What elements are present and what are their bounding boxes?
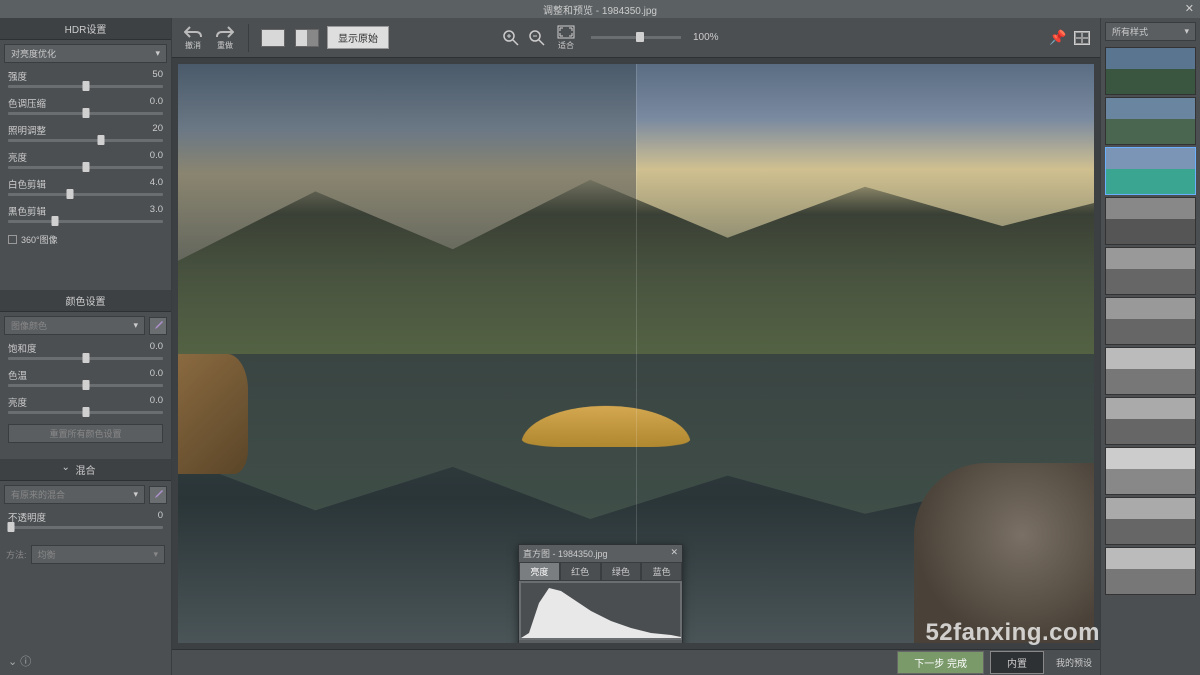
preset-thumb[interactable]: ☆平衡 bbox=[1105, 147, 1196, 195]
lighting-slider[interactable] bbox=[8, 139, 163, 142]
zoom-out-icon[interactable] bbox=[527, 28, 547, 48]
help-icon[interactable]: ⌄ ⓘ bbox=[0, 647, 171, 675]
hdr-panel-header: HDR设置 bbox=[0, 18, 171, 40]
white-clip-slider[interactable] bbox=[8, 193, 163, 196]
brightness-slider[interactable] bbox=[8, 166, 163, 169]
histogram-title: 直方图 - 1984350.jpg bbox=[523, 547, 608, 560]
color-panel-header: 颜色设置 bbox=[0, 290, 171, 312]
hist-tab-luma[interactable]: 亮度 bbox=[519, 562, 560, 581]
blend-panel-header: 混合 bbox=[0, 459, 171, 481]
zoom-slider[interactable] bbox=[591, 36, 681, 39]
toolbar: 撤消 重做 显示原始 适合 100% 📌 bbox=[172, 18, 1100, 58]
black-clip-slider[interactable] bbox=[8, 220, 163, 223]
fit-button[interactable]: 适合 bbox=[553, 23, 579, 53]
hist-tab-red[interactable]: 红色 bbox=[560, 562, 601, 581]
hist-tab-blue[interactable]: 蓝色 bbox=[641, 562, 682, 581]
redo-button[interactable]: 重做 bbox=[212, 23, 238, 53]
method-dropdown[interactable]: 均衡 bbox=[31, 545, 165, 564]
histogram-panel[interactable]: 直方图 - 1984350.jpg ✕ 亮度 红色 绿色 蓝色 水平: 155 计… bbox=[518, 544, 683, 643]
zoom-percentage: 100% bbox=[693, 32, 719, 43]
single-view-button[interactable] bbox=[261, 29, 285, 47]
checkbox-icon[interactable] bbox=[8, 235, 17, 244]
preset-thumb[interactable]: ☆平白艺术 bbox=[1105, 347, 1196, 395]
hist-tab-green[interactable]: 绿色 bbox=[601, 562, 642, 581]
intensity-slider[interactable] bbox=[8, 85, 163, 88]
preset-thumb[interactable]: ☆平白艺术 bbox=[1105, 497, 1196, 545]
eyedropper-icon[interactable] bbox=[149, 486, 167, 504]
temperature-slider[interactable] bbox=[8, 384, 163, 387]
preset-filter-dropdown[interactable]: 所有样式 bbox=[1105, 22, 1196, 41]
internal-button[interactable]: 内置 bbox=[990, 651, 1044, 674]
sidebar-right: 所有样式 ☆平衡☆平衡☆平衡☆平衡☆平衡☆平衡☆平白艺术☆平白艺术☆平白艺术☆平… bbox=[1100, 18, 1200, 675]
slider-label: 强度 bbox=[8, 69, 27, 83]
histogram-graph bbox=[521, 583, 680, 638]
preset-thumb[interactable]: ☆平衡 bbox=[1105, 247, 1196, 295]
eyedropper-icon[interactable] bbox=[149, 317, 167, 335]
zoom-in-icon[interactable] bbox=[501, 28, 521, 48]
360-checkbox-row[interactable]: 360°图像 bbox=[0, 229, 171, 250]
close-icon[interactable]: ✕ bbox=[670, 547, 678, 560]
preset-thumb[interactable]: ☆平衡 bbox=[1105, 97, 1196, 145]
reset-color-button[interactable]: 重置所有颜色设置 bbox=[8, 424, 163, 443]
sidebar-left: HDR设置 对亮度优化 强度50 色调压缩0.0 照明调整20 亮度0.0 白色… bbox=[0, 18, 172, 675]
color-brightness-slider[interactable] bbox=[8, 411, 163, 414]
preset-thumb[interactable]: ☆平衡 bbox=[1105, 197, 1196, 245]
close-icon[interactable]: ✕ bbox=[1185, 2, 1194, 15]
slider-value: 50 bbox=[152, 69, 163, 83]
color-mode-dropdown[interactable]: 图像颜色 bbox=[4, 316, 145, 335]
pin-icon[interactable]: 📌 bbox=[1048, 28, 1068, 48]
saturation-slider[interactable] bbox=[8, 357, 163, 360]
preset-thumb[interactable]: ☆平衡 bbox=[1105, 297, 1196, 345]
split-view-button[interactable] bbox=[295, 29, 319, 47]
blend-mode-dropdown[interactable]: 有原来的混合 bbox=[4, 485, 145, 504]
undo-button[interactable]: 撤消 bbox=[180, 23, 206, 53]
preset-thumb[interactable]: ☆平白艺术 bbox=[1105, 397, 1196, 445]
show-original-button[interactable]: 显示原始 bbox=[327, 26, 389, 49]
my-presets-link[interactable]: 我的预设 bbox=[1056, 656, 1092, 669]
preset-thumb[interactable]: ☆平白艺术 bbox=[1105, 547, 1196, 595]
preset-thumb[interactable]: ☆平白艺术 bbox=[1105, 447, 1196, 495]
footer: 下一步 完成 内置 我的预设 bbox=[172, 649, 1100, 675]
opacity-slider[interactable] bbox=[8, 526, 163, 529]
preset-thumb[interactable]: ☆平衡 bbox=[1105, 47, 1196, 95]
main-area: 撤消 重做 显示原始 适合 100% 📌 bbox=[172, 18, 1100, 675]
window-title: 调整和预览 - 1984350.jpg bbox=[543, 2, 657, 17]
histogram-stats: 水平: 155 计数: 3140 百分比: 90.82 bbox=[519, 640, 682, 643]
method-label: 方法: bbox=[6, 548, 27, 561]
tonal-slider[interactable] bbox=[8, 112, 163, 115]
grid-view-icon[interactable] bbox=[1072, 28, 1092, 48]
preview-canvas[interactable]: 直方图 - 1984350.jpg ✕ 亮度 红色 绿色 蓝色 水平: 155 计… bbox=[178, 64, 1094, 643]
titlebar: 调整和预览 - 1984350.jpg ✕ bbox=[0, 0, 1200, 18]
hdr-preset-dropdown[interactable]: 对亮度优化 bbox=[4, 44, 167, 63]
next-button[interactable]: 下一步 完成 bbox=[897, 651, 984, 674]
